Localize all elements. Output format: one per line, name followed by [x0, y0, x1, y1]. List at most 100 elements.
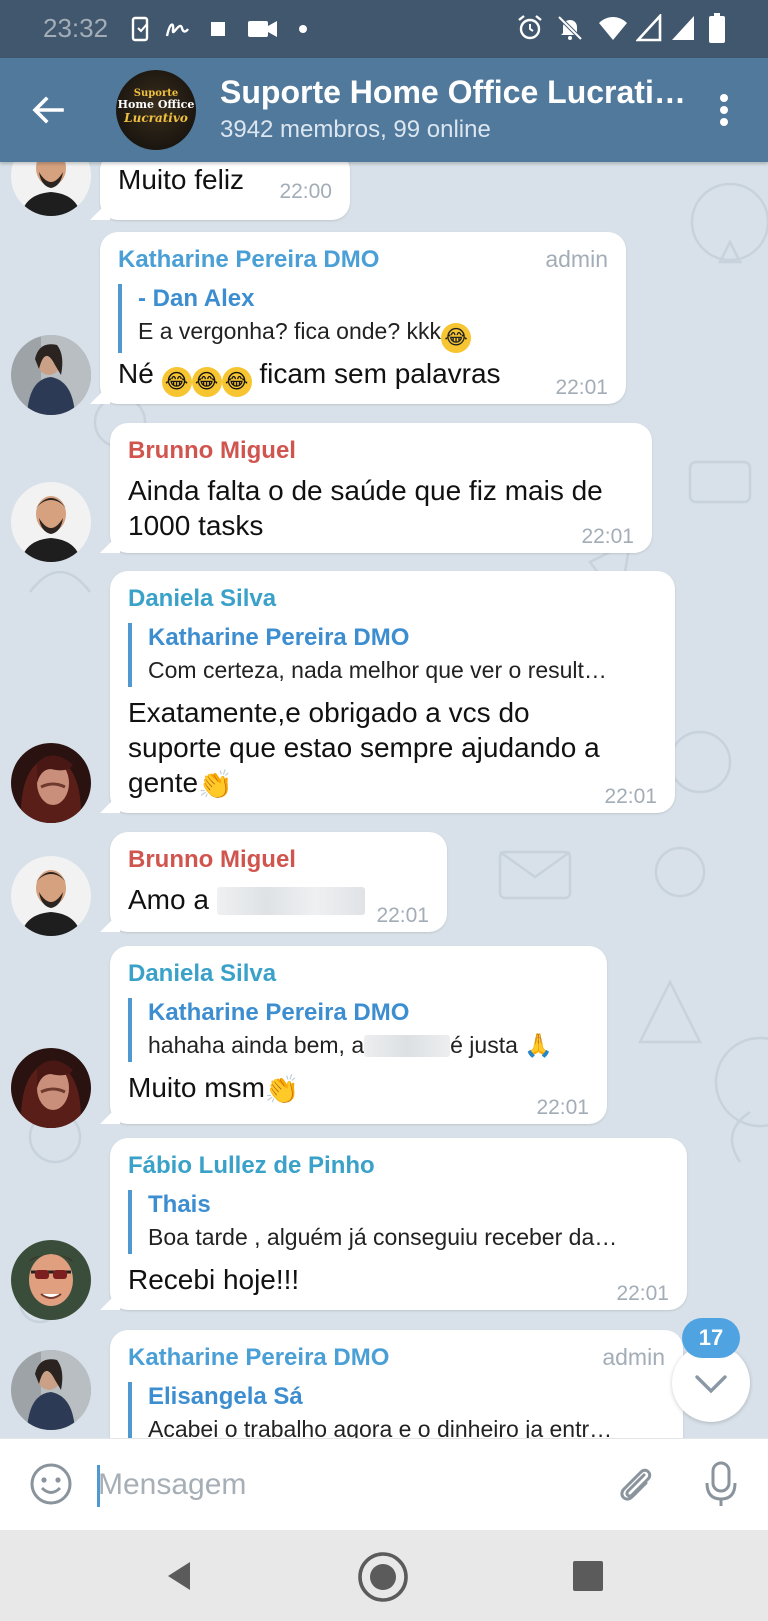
attach-icon[interactable]	[612, 1461, 658, 1507]
nav-home-icon[interactable]	[356, 1550, 410, 1604]
message-time: 22:01	[555, 376, 608, 399]
tears-of-joy-emoji-icon: 😂	[191, 367, 222, 397]
avatar[interactable]	[11, 1240, 91, 1320]
message-text: Amo a	[128, 882, 365, 917]
message-bubble[interactable]: Katharine Pereira DMO admin - Dan Alex E…	[100, 232, 626, 404]
message-input-bar	[0, 1438, 768, 1530]
signal-icon-2	[672, 16, 694, 40]
tears-of-joy-emoji-icon: 😂	[441, 323, 472, 353]
avatar[interactable]	[11, 1350, 91, 1430]
message-sender[interactable]: Fábio Lullez de Pinho	[128, 1152, 375, 1180]
message-sender[interactable]: Katharine Pereira DMO	[128, 1344, 389, 1372]
message-bubble[interactable]: Fábio Lullez de Pinho Thais Boa tarde , …	[110, 1138, 687, 1310]
folded-hands-emoji-icon: 🙏	[524, 1032, 553, 1058]
message-bubble[interactable]: Daniela Silva Katharine Pereira DMO haha…	[110, 946, 607, 1124]
message-bubble[interactable]: Brunno Miguel Ainda falta o de saúde que…	[110, 423, 652, 553]
message-sender[interactable]: Katharine Pereira DMO	[118, 246, 379, 274]
message-text-content: ficam sem palavras	[259, 358, 501, 389]
clapping-hands-emoji-icon: 👏	[198, 769, 233, 800]
admin-badge: admin	[602, 1344, 665, 1370]
message-text-line: Exatamente,e obrigado a vcs do	[128, 697, 530, 728]
chat-subtitle: 3942 membros, 99 online	[220, 116, 491, 143]
mute-icon	[557, 15, 583, 41]
reply-text: Acabei o trabalho agora e o dinheiro ja …	[148, 1416, 613, 1438]
group-avatar-line: Lucrativo	[124, 111, 188, 125]
signal-icon	[636, 14, 662, 42]
message-bubble[interactable]: Katharine Pereira DMO admin Elisangela S…	[110, 1330, 683, 1438]
message-text: Muito msm👏	[128, 1070, 300, 1107]
reply-text-content: E a vergonha? fica onde? kkk	[138, 318, 442, 344]
nav-back-icon[interactable]	[160, 1556, 200, 1596]
reply-sender: Elisangela Sá	[148, 1383, 303, 1410]
message-sender[interactable]: Daniela Silva	[128, 960, 276, 988]
group-avatar-line: Home Office	[117, 98, 195, 111]
dot-icon	[299, 25, 307, 33]
message-time: 22:01	[376, 904, 429, 927]
message-text-content: gente	[128, 767, 199, 798]
reply-sender: Katharine Pereira DMO	[148, 624, 410, 651]
message-time: 22:01	[604, 785, 657, 808]
tears-of-joy-emoji-icon: 😂	[221, 367, 252, 397]
reply-text: hahaha ainda bem, a é justa 🙏	[148, 1028, 553, 1062]
reply-quote[interactable]: - Dan Alex E a vergonha? fica onde? kkk 😂	[118, 284, 472, 353]
chat-header: Suporte Home Office Lucrativo Suporte Ho…	[0, 58, 768, 162]
reply-quote[interactable]: Thais Boa tarde , alguém já conseguiu re…	[128, 1190, 668, 1254]
reply-quote[interactable]: Katharine Pereira DMO hahaha ainda bem, …	[128, 998, 553, 1062]
message-text: Né 😂 😂 😂 ficam sem palavras	[118, 356, 501, 397]
message-text-content: Muito msm	[128, 1072, 265, 1103]
message-text-line: 1000 tasks	[128, 510, 264, 541]
message-text-content: Né	[118, 358, 154, 389]
nav-recents-icon[interactable]	[570, 1558, 606, 1594]
reply-text-content: hahaha ainda bem, a	[148, 1032, 365, 1058]
avatar[interactable]	[11, 743, 91, 823]
message-bubble[interactable]: Daniela Silva Katharine Pereira DMO Com …	[110, 571, 675, 813]
message-time: 22:00	[279, 180, 332, 203]
reply-text: Boa tarde , alguém já conseguiu receber …	[148, 1224, 618, 1250]
message-sender[interactable]: Daniela Silva	[128, 585, 276, 613]
reply-quote[interactable]: Katharine Pereira DMO Com certeza, nada …	[128, 623, 648, 687]
avatar[interactable]	[11, 482, 91, 562]
alarm-icon	[518, 15, 542, 40]
message-sender[interactable]: Brunno Miguel	[128, 846, 296, 874]
reply-sender: Katharine Pereira DMO	[148, 999, 410, 1026]
screenshot-icon	[131, 16, 149, 42]
reply-quote[interactable]: Elisangela Sá Acabei o trabalho agora e …	[128, 1382, 664, 1438]
clapping-hands-emoji-icon: 👏	[264, 1074, 300, 1105]
message-text: Muito feliz	[118, 164, 245, 195]
video-camera-icon	[248, 21, 277, 37]
avatar[interactable]	[11, 1048, 91, 1128]
tears-of-joy-emoji-icon: 😂	[161, 367, 192, 397]
avatar[interactable]	[11, 856, 91, 936]
unread-count-badge[interactable]: 17	[682, 1318, 740, 1358]
avatar[interactable]	[11, 335, 91, 415]
reply-text: E a vergonha? fica onde? kkk 😂	[138, 314, 472, 353]
signature-icon	[165, 23, 189, 37]
message-bubble[interactable]: Muito feliz 22:00	[100, 162, 350, 220]
redacted-text	[216, 887, 365, 915]
admin-badge: admin	[545, 246, 608, 272]
back-arrow-icon[interactable]	[24, 86, 72, 134]
microphone-icon[interactable]	[698, 1459, 744, 1509]
message-text-line: suporte que estao sempre ajudando a	[128, 732, 600, 763]
reply-text: Com certeza, nada melhor que ver o resul…	[148, 657, 607, 683]
message-text-content: Amo a	[128, 884, 209, 915]
reply-sender: - Dan Alex	[138, 285, 255, 312]
chat-title[interactable]: Suporte Home Office Lucrati…	[220, 74, 690, 111]
chat-area[interactable]: Muito feliz 22:00 Katharine Pereira DMO …	[0, 162, 768, 1438]
wifi-icon	[599, 17, 627, 40]
reply-text-content: é justa	[450, 1032, 518, 1058]
group-avatar[interactable]: Suporte Home Office Lucrativo	[116, 70, 196, 150]
message-text-line: gente👏	[128, 765, 233, 802]
message-bubble[interactable]: Brunno Miguel Amo a 22:01	[110, 832, 447, 932]
emoji-icon[interactable]	[28, 1461, 74, 1507]
message-sender[interactable]: Brunno Miguel	[128, 437, 296, 465]
message-text: Recebi hoje!!!	[128, 1264, 300, 1295]
more-vert-icon[interactable]	[706, 88, 742, 132]
system-nav-bar	[0, 1530, 768, 1621]
message-time: 22:01	[536, 1096, 589, 1119]
message-text-line: Ainda falta o de saúde que fiz mais de	[128, 475, 603, 506]
reply-sender: Thais	[148, 1191, 211, 1218]
message-time: 22:01	[616, 1282, 669, 1305]
battery-icon	[709, 13, 725, 43]
message-input[interactable]	[98, 1461, 578, 1509]
